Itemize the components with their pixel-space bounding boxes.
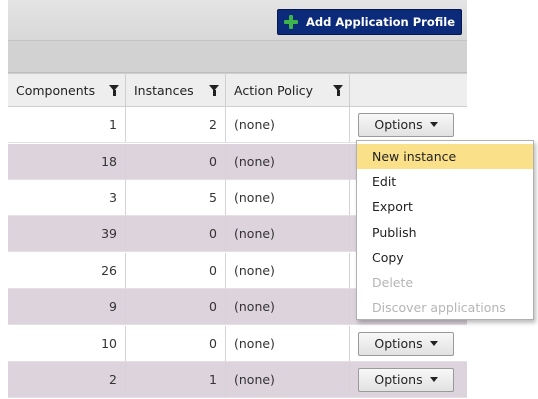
plus-icon: [284, 15, 298, 29]
instances-cell: 0: [126, 253, 226, 288]
action-policy-cell: (none): [226, 326, 350, 361]
action-policy-cell: (none): [226, 107, 350, 142]
instances-cell: 1: [126, 362, 226, 397]
action-policy-value: (none): [234, 226, 275, 241]
table-row[interactable]: 1 2 (none) Options: [8, 107, 467, 143]
menu-item-discover-applications: Discover applications: [372, 300, 506, 316]
action-policy-value: (none): [234, 117, 275, 132]
instances-value: 1: [209, 372, 217, 387]
filter-icon[interactable]: [333, 85, 343, 96]
components-cell: 26: [8, 253, 126, 288]
action-policy-cell: (none): [226, 180, 350, 215]
caret-down-icon: [429, 341, 438, 346]
components-cell: 1: [8, 107, 126, 142]
menu-item-new-instance[interactable]: New instance: [357, 144, 533, 170]
column-header-components[interactable]: Components: [8, 74, 126, 106]
components-value: 3: [109, 190, 117, 205]
components-value: 9: [109, 299, 117, 314]
action-policy-value: (none): [234, 263, 275, 278]
menu-item-export[interactable]: Export: [357, 194, 533, 219]
action-policy-cell: (none): [226, 216, 350, 251]
options-cell: Options: [350, 326, 467, 361]
instances-value: 0: [209, 226, 217, 241]
toolbar: Add Application Profile: [8, 0, 467, 41]
components-value: 26: [101, 263, 117, 278]
options-button-label: Options: [374, 336, 423, 351]
instances-value: 5: [209, 190, 217, 205]
options-button[interactable]: Options: [358, 112, 454, 137]
instances-cell: 0: [126, 289, 226, 324]
components-cell: 3: [8, 180, 126, 215]
filter-icon[interactable]: [209, 85, 219, 96]
options-cell: Options: [350, 107, 467, 142]
components-value: 1: [109, 117, 117, 132]
menu-item-publish[interactable]: Publish: [357, 220, 533, 245]
components-cell: 18: [8, 144, 126, 179]
column-header-action-policy[interactable]: Action Policy: [226, 74, 350, 106]
column-header-options: [350, 74, 467, 106]
components-cell: 39: [8, 216, 126, 251]
options-button[interactable]: Options: [358, 331, 454, 356]
components-value: 18: [101, 154, 117, 169]
action-policy-value: (none): [234, 336, 275, 351]
add-application-profile-button[interactable]: Add Application Profile: [277, 9, 462, 35]
instances-cell: 2: [126, 107, 226, 142]
components-value: 2: [109, 372, 117, 387]
instances-cell: 5: [126, 180, 226, 215]
action-policy-value: (none): [234, 190, 275, 205]
action-policy-cell: (none): [226, 362, 350, 397]
options-button-label: Options: [374, 117, 423, 132]
action-policy-cell: (none): [226, 144, 350, 179]
column-header-label: Instances: [134, 82, 194, 98]
options-button[interactable]: Options: [358, 367, 454, 392]
table-row[interactable]: 10 0 (none) Options: [8, 326, 467, 362]
instances-cell: 0: [126, 326, 226, 361]
column-header-label: Action Policy: [234, 82, 314, 98]
components-value: 39: [101, 226, 117, 241]
filter-icon[interactable]: [109, 85, 119, 96]
options-dropdown-menu: New instance Edit Export Publish Copy Delete D…: [356, 140, 534, 320]
menu-item-delete: Delete: [372, 275, 414, 291]
column-header-label: Components: [16, 82, 96, 98]
action-policy-value: (none): [234, 372, 275, 387]
action-policy-cell: (none): [226, 289, 350, 324]
instances-value: 0: [209, 263, 217, 278]
menu-item-copy[interactable]: Copy: [357, 245, 533, 270]
filter-bar: [8, 41, 467, 73]
components-cell: 2: [8, 362, 126, 397]
action-policy-value: (none): [234, 154, 275, 169]
options-button-label: Options: [374, 372, 423, 387]
column-header-instances[interactable]: Instances: [126, 74, 226, 106]
table-row[interactable]: 2 1 (none) Options: [8, 362, 467, 398]
menu-item-edit[interactable]: Edit: [357, 169, 533, 194]
components-cell: 9: [8, 289, 126, 324]
action-policy-cell: (none): [226, 253, 350, 288]
components-value: 10: [101, 336, 117, 351]
instances-value: 0: [209, 154, 217, 169]
instances-value: 0: [209, 336, 217, 351]
action-policy-value: (none): [234, 299, 275, 314]
instances-cell: 0: [126, 144, 226, 179]
caret-down-icon: [429, 122, 438, 127]
add-application-profile-label: Add Application Profile: [306, 15, 455, 29]
table-header: Components Instances Action Policy: [8, 73, 467, 107]
instances-value: 2: [209, 117, 217, 132]
instances-cell: 0: [126, 216, 226, 251]
components-cell: 10: [8, 326, 126, 361]
instances-value: 0: [209, 299, 217, 314]
options-cell: Options: [350, 362, 467, 397]
caret-down-icon: [429, 377, 438, 382]
